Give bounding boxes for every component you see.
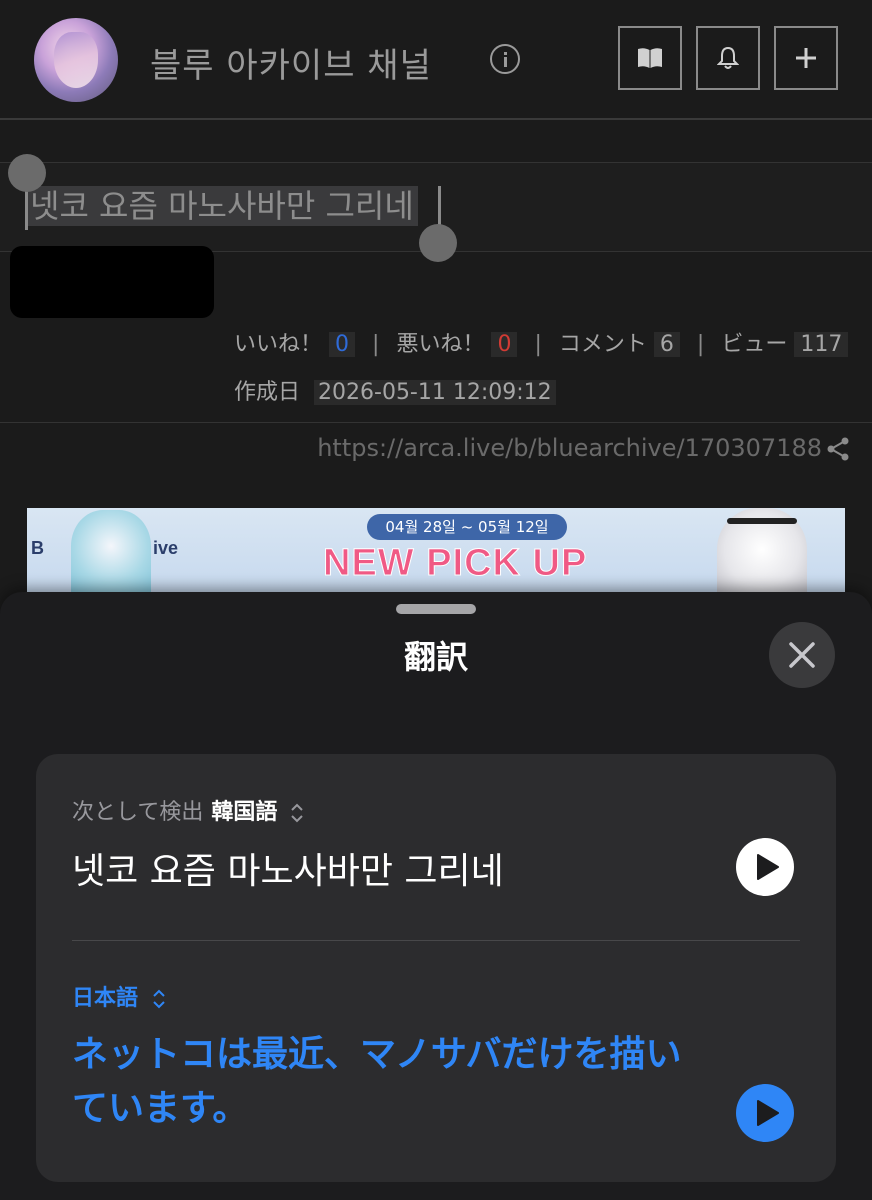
banner-character-left bbox=[71, 510, 151, 592]
article-stats: いいね！ 0 | 悪いね！ 0 | コメント 6 | ビュー 117 bbox=[234, 326, 849, 358]
views-count: 117 bbox=[794, 332, 849, 357]
sheet-title: 翻訳 bbox=[403, 638, 468, 676]
share-icon[interactable] bbox=[826, 437, 850, 461]
target-language: 日本語 bbox=[72, 986, 139, 1011]
source-text: 넷코 요즘 마노사바만 그리네 bbox=[72, 851, 504, 892]
banner-brand-letter: B bbox=[31, 538, 44, 558]
dislikes-count: 0 bbox=[491, 332, 518, 357]
banner-dates: 04월 28일 ~ 05월 12일 bbox=[367, 514, 567, 540]
divider bbox=[0, 422, 872, 423]
detected-language: 韓国語 bbox=[211, 800, 278, 825]
info-icon[interactable] bbox=[490, 44, 520, 74]
target-language-selector[interactable]: 日本語 bbox=[72, 980, 166, 1012]
write-button[interactable] bbox=[774, 26, 838, 90]
notification-button[interactable] bbox=[696, 26, 760, 90]
comments-label: コメント bbox=[558, 332, 647, 357]
play-icon bbox=[757, 854, 779, 880]
separator: | bbox=[696, 332, 705, 357]
separator: | bbox=[372, 332, 380, 357]
play-icon bbox=[757, 1100, 779, 1126]
sheet-grabber[interactable] bbox=[396, 604, 476, 614]
date-label: 作成日 bbox=[234, 380, 301, 405]
banner-brand: ive bbox=[153, 538, 179, 558]
banner-headline: NEW PICK UP bbox=[322, 542, 588, 585]
book-icon bbox=[638, 48, 662, 68]
plus-icon bbox=[796, 48, 816, 68]
selection-end-handle[interactable] bbox=[419, 224, 457, 262]
date-value: 2026-05-11 12:09:12 bbox=[314, 380, 556, 405]
chevron-up-down-icon bbox=[152, 989, 165, 1009]
likes-count: 0 bbox=[329, 332, 356, 357]
translated-text: ネットコは最近、マノサバだけを描いています。 bbox=[72, 1034, 682, 1129]
play-source-button[interactable] bbox=[736, 838, 794, 896]
bookmark-button[interactable] bbox=[618, 26, 682, 90]
article-url[interactable]: https://arca.live/b/bluearchive/17030718… bbox=[317, 434, 822, 462]
pickup-banner-image[interactable]: B ive 04월 28일 ~ 05월 12일 NEW PICK UP bbox=[27, 508, 845, 592]
banner-character-right bbox=[717, 508, 807, 592]
comments-count: 6 bbox=[653, 332, 680, 357]
channel-header: 블루 아카이브 채널 bbox=[0, 0, 872, 120]
separator: | bbox=[534, 332, 542, 357]
channel-title[interactable]: 블루 아카이브 채널 bbox=[150, 38, 432, 87]
card-divider bbox=[72, 940, 800, 941]
translation-card: 次として検出 韓国語 넷코 요즘 마노사바만 그리네 日本語 ネットコは最近、マノ… bbox=[36, 754, 836, 1182]
redacted-author bbox=[10, 246, 214, 318]
article-date: 作成日 2026-05-11 12:09:12 bbox=[234, 374, 556, 406]
channel-avatar[interactable] bbox=[34, 18, 118, 102]
views-label: ビュー bbox=[721, 332, 788, 357]
detected-prefix: 次として検出 bbox=[72, 800, 204, 825]
likes-label: いいね！ bbox=[234, 332, 323, 357]
detected-language-row[interactable]: 次として検出 韓国語 bbox=[72, 794, 304, 826]
dislikes-label: 悪いね！ bbox=[396, 332, 485, 357]
bell-icon bbox=[717, 46, 739, 69]
translate-sheet: 翻訳 次として検出 韓国語 넷코 요즘 마노사바만 그리네 日本語 ネットコは最近… bbox=[0, 592, 872, 1200]
play-translation-button[interactable] bbox=[736, 1084, 794, 1142]
selection-start-handle[interactable] bbox=[8, 154, 46, 192]
chevron-up-down-icon bbox=[291, 803, 304, 823]
close-button[interactable] bbox=[769, 622, 835, 688]
close-icon bbox=[789, 642, 815, 668]
article-title[interactable]: 넷코 요즘 마노사바만 그리네 bbox=[26, 186, 418, 226]
